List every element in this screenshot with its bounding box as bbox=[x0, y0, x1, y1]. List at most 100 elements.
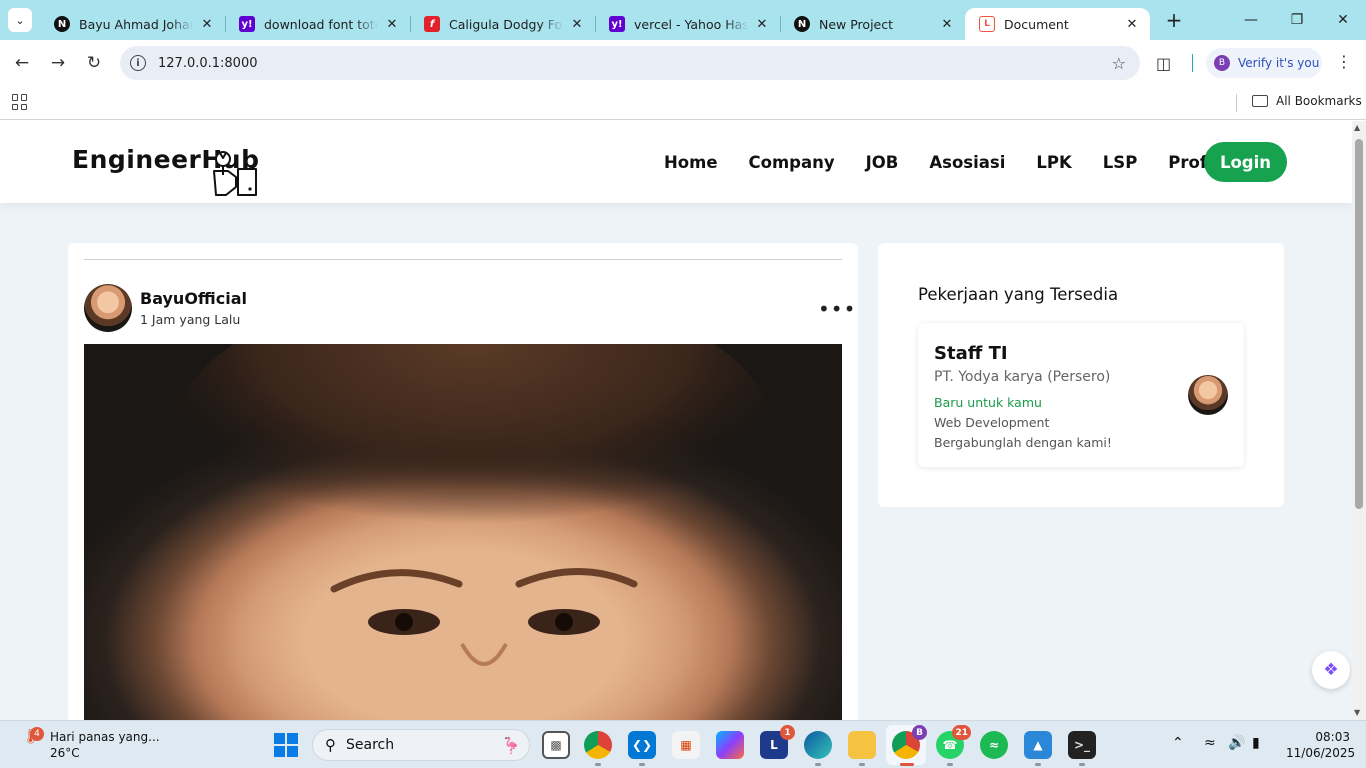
teams-l-icon[interactable]: L 1 bbox=[760, 725, 795, 759]
file-explorer-icon[interactable] bbox=[848, 731, 876, 759]
more-dots-icon[interactable]: ••• bbox=[818, 297, 856, 321]
verify-profile-chip[interactable]: B Verify it's you bbox=[1206, 48, 1322, 78]
scrollbar-thumb[interactable] bbox=[1355, 139, 1363, 509]
close-icon[interactable]: ✕ bbox=[384, 17, 400, 32]
system-clock[interactable]: 08:03 11/06/2025 bbox=[1286, 729, 1356, 761]
jobs-heading: Pekerjaan yang Tersedia bbox=[918, 285, 1119, 304]
tab-strip: ⌄ N Bayu Ahmad Johari - ✕ y! download fo… bbox=[0, 0, 1366, 40]
nav-lpk[interactable]: LPK bbox=[1036, 153, 1071, 172]
ms-store-icon[interactable]: ▦ bbox=[672, 731, 700, 759]
clock-date: 11/06/2025 bbox=[1286, 746, 1356, 760]
poster-avatar[interactable] bbox=[84, 284, 132, 332]
tab-5-active[interactable]: L Document ✕ bbox=[965, 8, 1150, 40]
job-listing[interactable]: Staff TI PT. Yodya karya (Persero) Baru … bbox=[918, 323, 1244, 467]
all-bookmarks-button[interactable]: All Bookmarks bbox=[1252, 94, 1362, 108]
spotify-icon[interactable]: ≈ bbox=[980, 731, 1008, 759]
running-indicator bbox=[1079, 763, 1085, 766]
close-window-button[interactable]: ✕ bbox=[1320, 0, 1366, 40]
ai-assistant-icon[interactable]: ❖ bbox=[1312, 651, 1350, 689]
bookmark-star-icon[interactable]: ☆ bbox=[1112, 54, 1126, 73]
running-indicator bbox=[947, 763, 953, 766]
flamingo-icon: 🦩 bbox=[501, 735, 521, 755]
job-title[interactable]: Staff TI bbox=[934, 343, 1008, 364]
photos-icon[interactable]: ▲ bbox=[1024, 731, 1052, 759]
close-icon[interactable]: ✕ bbox=[199, 17, 215, 32]
copilot-icon[interactable] bbox=[716, 731, 744, 759]
tab-2[interactable]: f Caligula Dodgy Font ✕ bbox=[410, 8, 595, 40]
close-icon[interactable]: ✕ bbox=[939, 17, 955, 32]
tab-0[interactable]: N Bayu Ahmad Johari - ✕ bbox=[40, 8, 225, 40]
chrome-profile-badge: B bbox=[912, 725, 927, 740]
wifi-icon[interactable]: ≈ bbox=[1204, 735, 1216, 751]
poster-name[interactable]: BayuOfficial bbox=[140, 289, 247, 308]
minimize-icon: — bbox=[1244, 12, 1258, 28]
close-icon[interactable]: ✕ bbox=[569, 17, 585, 32]
page-viewport: EngineerHub Home Company JOB Asosiasi LP… bbox=[0, 121, 1352, 720]
minimize-button[interactable]: — bbox=[1228, 0, 1274, 40]
nav-asosiasi[interactable]: Asosiasi bbox=[929, 153, 1005, 172]
nav-lsp[interactable]: LSP bbox=[1103, 153, 1138, 172]
bookmarks-bar: All Bookmarks bbox=[0, 86, 1366, 120]
reload-button[interactable]: ↻ bbox=[79, 48, 109, 78]
running-indicator bbox=[595, 763, 601, 766]
terminal-icon[interactable]: >_ bbox=[1068, 731, 1096, 759]
arrow-right-icon: → bbox=[50, 53, 66, 73]
scroll-up-icon[interactable]: ▲ bbox=[1354, 123, 1360, 132]
login-button[interactable]: Login bbox=[1204, 142, 1287, 182]
back-button[interactable]: ← bbox=[7, 48, 37, 78]
forward-button[interactable]: → bbox=[43, 48, 73, 78]
start-windows-icon[interactable] bbox=[274, 733, 298, 757]
new-tab-button[interactable]: + bbox=[1160, 6, 1188, 34]
browser-menu-icon[interactable]: ⋮ bbox=[1336, 52, 1352, 71]
edge-icon[interactable] bbox=[804, 731, 832, 759]
weather-badge: 4 bbox=[30, 727, 44, 741]
chrome-icon[interactable] bbox=[584, 731, 612, 759]
apps-grid-icon[interactable] bbox=[12, 94, 28, 110]
whatsapp-icon[interactable]: ☎ 21 bbox=[936, 725, 971, 759]
toolbar-divider bbox=[1192, 54, 1193, 72]
restore-button[interactable]: ❐ bbox=[1274, 0, 1320, 40]
yahoo-icon: y! bbox=[239, 16, 255, 32]
site-header: EngineerHub Home Company JOB Asosiasi LP… bbox=[0, 121, 1352, 203]
nav-home[interactable]: Home bbox=[664, 153, 718, 172]
taskbar-search[interactable]: ⚲ Search 🦩 bbox=[312, 729, 530, 761]
task-view-icon[interactable]: ▩ bbox=[542, 731, 570, 759]
nav-job[interactable]: JOB bbox=[866, 153, 899, 172]
whatsapp-badge: 21 bbox=[952, 725, 971, 740]
running-indicator bbox=[639, 763, 645, 766]
restore-icon: ❐ bbox=[1290, 12, 1304, 28]
verify-label: Verify it's you bbox=[1238, 56, 1320, 70]
job-new-tag: Baru untuk kamu bbox=[934, 395, 1042, 410]
address-bar[interactable]: i 127.0.0.1:8000 ☆ bbox=[120, 46, 1140, 80]
chevron-down-icon: ⌄ bbox=[15, 13, 25, 27]
running-indicator bbox=[859, 763, 865, 766]
active-indicator bbox=[900, 763, 914, 766]
teams-badge: 1 bbox=[780, 725, 795, 740]
url-text[interactable]: 127.0.0.1:8000 bbox=[158, 56, 258, 71]
hand-wrench-icon bbox=[213, 151, 257, 196]
weather-widget[interactable]: 🌡 4 Hari panas yang... 26°C bbox=[22, 727, 160, 761]
tab-4[interactable]: N New Project ✕ bbox=[780, 8, 965, 40]
battery-icon[interactable]: ▮ bbox=[1252, 735, 1260, 751]
page-scrollbar[interactable]: ▲ ▼ bbox=[1352, 121, 1366, 720]
vscode-icon[interactable]: ❮❯ bbox=[628, 731, 656, 759]
volume-icon[interactable]: 🔊 bbox=[1228, 735, 1245, 751]
tab-3[interactable]: y! vercel - Yahoo Hasil P ✕ bbox=[595, 8, 780, 40]
nextjs-icon: N bbox=[794, 16, 810, 32]
scroll-down-icon[interactable]: ▼ bbox=[1354, 708, 1360, 717]
baby-face-photo bbox=[174, 344, 774, 666]
close-icon[interactable]: ✕ bbox=[1124, 17, 1140, 32]
tab-1[interactable]: y! download font totoro ✕ bbox=[225, 8, 410, 40]
close-icon[interactable]: ✕ bbox=[754, 17, 770, 32]
clock-time: 08:03 bbox=[1315, 730, 1350, 744]
site-info-icon[interactable]: i bbox=[130, 55, 146, 71]
nextjs-icon: N bbox=[54, 16, 70, 32]
chrome-profile-icon[interactable]: B bbox=[892, 725, 927, 759]
tab-search-button[interactable]: ⌄ bbox=[8, 8, 32, 32]
nav-company[interactable]: Company bbox=[749, 153, 835, 172]
tray-overflow-icon[interactable]: ⌃ bbox=[1172, 735, 1184, 751]
bookmarks-divider bbox=[1236, 94, 1237, 112]
folder-icon bbox=[1252, 95, 1268, 107]
extensions-puzzle-icon[interactable]: ◫ bbox=[1156, 54, 1176, 74]
fontspace-icon: f bbox=[424, 16, 440, 32]
